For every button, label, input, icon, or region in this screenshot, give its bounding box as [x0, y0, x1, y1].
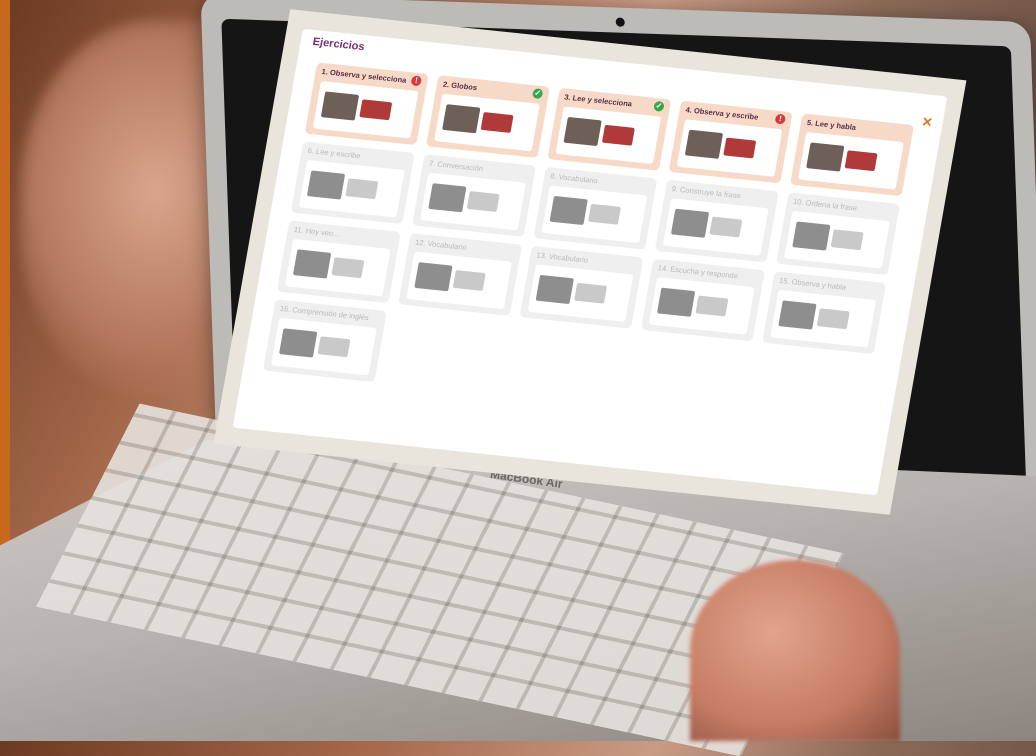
exercise-card-title: 10. Ordena la frase [792, 196, 858, 213]
thumbnail-image [452, 270, 486, 291]
check-icon: ✓ [653, 100, 665, 112]
exercise-thumbnail [798, 131, 904, 190]
exercise-card-title: 4. Observa y escribe [684, 105, 760, 122]
error-icon: ! [774, 113, 787, 125]
exercise-card[interactable]: 2. Globos ✓ [426, 75, 550, 158]
exercise-card-title: 6. Lee y escribe [307, 145, 362, 161]
thumbnail-image [317, 336, 351, 358]
thumbnail-image [574, 282, 608, 304]
thumbnail-image [331, 257, 365, 279]
exercise-card-title: 13. Vocabulario [535, 250, 589, 265]
exercise-thumbnail [770, 289, 877, 348]
exercise-card[interactable]: 4. Observa y escribe! [668, 100, 793, 184]
thumbnail-image [792, 221, 831, 251]
exercise-card[interactable]: 12. Vocabulario [398, 233, 523, 316]
thumbnail-image [695, 295, 729, 317]
exercise-card[interactable]: 15. Observa y habla [762, 271, 887, 355]
hand [690, 560, 900, 741]
thumbnail-image [549, 195, 588, 226]
exercise-thumbnail [312, 80, 419, 139]
exercise-card[interactable]: 16. Comprensión de inglés [262, 299, 387, 383]
exercises-panel: Ejercicios ✕ 1. Observa y selecciona! 2. … [232, 28, 948, 496]
exercise-thumbnail [420, 172, 526, 231]
laptop-screen: Ejercicios ✕ 1. Observa y selecciona! 2. … [213, 9, 967, 515]
exercise-card-title: 8. Vocabulario [549, 171, 599, 186]
exercise-thumbnail [784, 210, 890, 269]
thumbnail-image [442, 104, 481, 134]
exercise-card[interactable]: 13. Vocabulario [519, 245, 644, 329]
exercise-thumbnail [434, 93, 540, 152]
thumbnail-image [292, 249, 332, 279]
exercise-card-title: 11. Hoy veo... [293, 224, 341, 239]
thumbnail-image [414, 262, 453, 292]
thumbnail-image [670, 208, 710, 238]
exercise-card[interactable]: 9. Construye la frase [654, 179, 779, 263]
exercise-card-title: 3. Lee y selecciona [563, 92, 633, 109]
exercise-grid: 1. Observa y selecciona! 2. Globos ✓ 3. Lee… [262, 62, 914, 433]
thumbnail-image [709, 216, 743, 238]
exercise-card[interactable]: 8. Vocabulario [533, 166, 658, 250]
camera-icon [615, 17, 625, 27]
exercise-card[interactable]: 6. Lee y escribe [290, 141, 415, 225]
thumbnail-image [466, 191, 500, 212]
exercise-card-title: 5. Lee y habla [806, 117, 857, 133]
exercise-thumbnail [555, 106, 662, 165]
exercise-card-title: 9. Construye la frase [671, 184, 742, 201]
thumbnail-image [778, 300, 817, 330]
exercise-card[interactable]: 10. Ordena la frase [776, 192, 901, 276]
thumbnail-image [806, 142, 845, 172]
thumbnail-image [588, 203, 621, 225]
thumbnail-image [830, 229, 864, 251]
exercise-card[interactable]: 14. Escucha y responde [640, 258, 765, 342]
thumbnail-image [306, 170, 346, 200]
thumbnail-image [428, 183, 467, 213]
thumbnail-image [359, 99, 393, 121]
exercise-thumbnail [406, 251, 513, 310]
thumbnail-image [816, 308, 850, 330]
exercise-thumbnail [527, 264, 634, 322]
thumbnail-image [345, 178, 379, 200]
thumbnail-image [601, 124, 635, 146]
exercise-thumbnail [284, 238, 391, 297]
thumbnail-image [844, 150, 878, 172]
thumbnail-image [656, 287, 696, 317]
thumbnail-image [563, 116, 602, 147]
exercise-thumbnail [676, 119, 783, 177]
exercise-thumbnail [298, 159, 405, 218]
exercise-card[interactable]: 3. Lee y selecciona ✓ [547, 87, 672, 171]
close-icon[interactable]: ✕ [920, 114, 934, 131]
check-icon: ✓ [531, 88, 544, 100]
thumbnail-image [480, 112, 514, 133]
exercise-thumbnail [541, 185, 648, 244]
thumbnail-image [684, 129, 724, 159]
exercise-card-title: 2. Globos [442, 79, 478, 93]
thumbnail-image [279, 328, 318, 358]
panel-title: Ejercicios [311, 35, 366, 54]
thumbnail-image [320, 91, 360, 121]
exercise-card[interactable]: 7. Conversación [412, 154, 537, 237]
exercise-thumbnail [648, 277, 755, 335]
exercise-card[interactable]: 11. Hoy veo... [276, 220, 401, 304]
error-icon: ! [410, 75, 423, 87]
exercise-card[interactable]: 1. Observa y selecciona! [304, 62, 429, 146]
exercise-card-title: 15. Observa y habla [778, 275, 847, 292]
exercise-thumbnail [270, 317, 377, 376]
thumbnail-image [723, 137, 757, 159]
exercise-card-title: 12. Vocabulario [414, 237, 468, 252]
exercise-thumbnail [662, 198, 769, 256]
exercise-card-title: 7. Conversación [428, 158, 484, 174]
thumbnail-image [535, 274, 574, 305]
exercise-card[interactable]: 5. Lee y habla [790, 113, 914, 197]
